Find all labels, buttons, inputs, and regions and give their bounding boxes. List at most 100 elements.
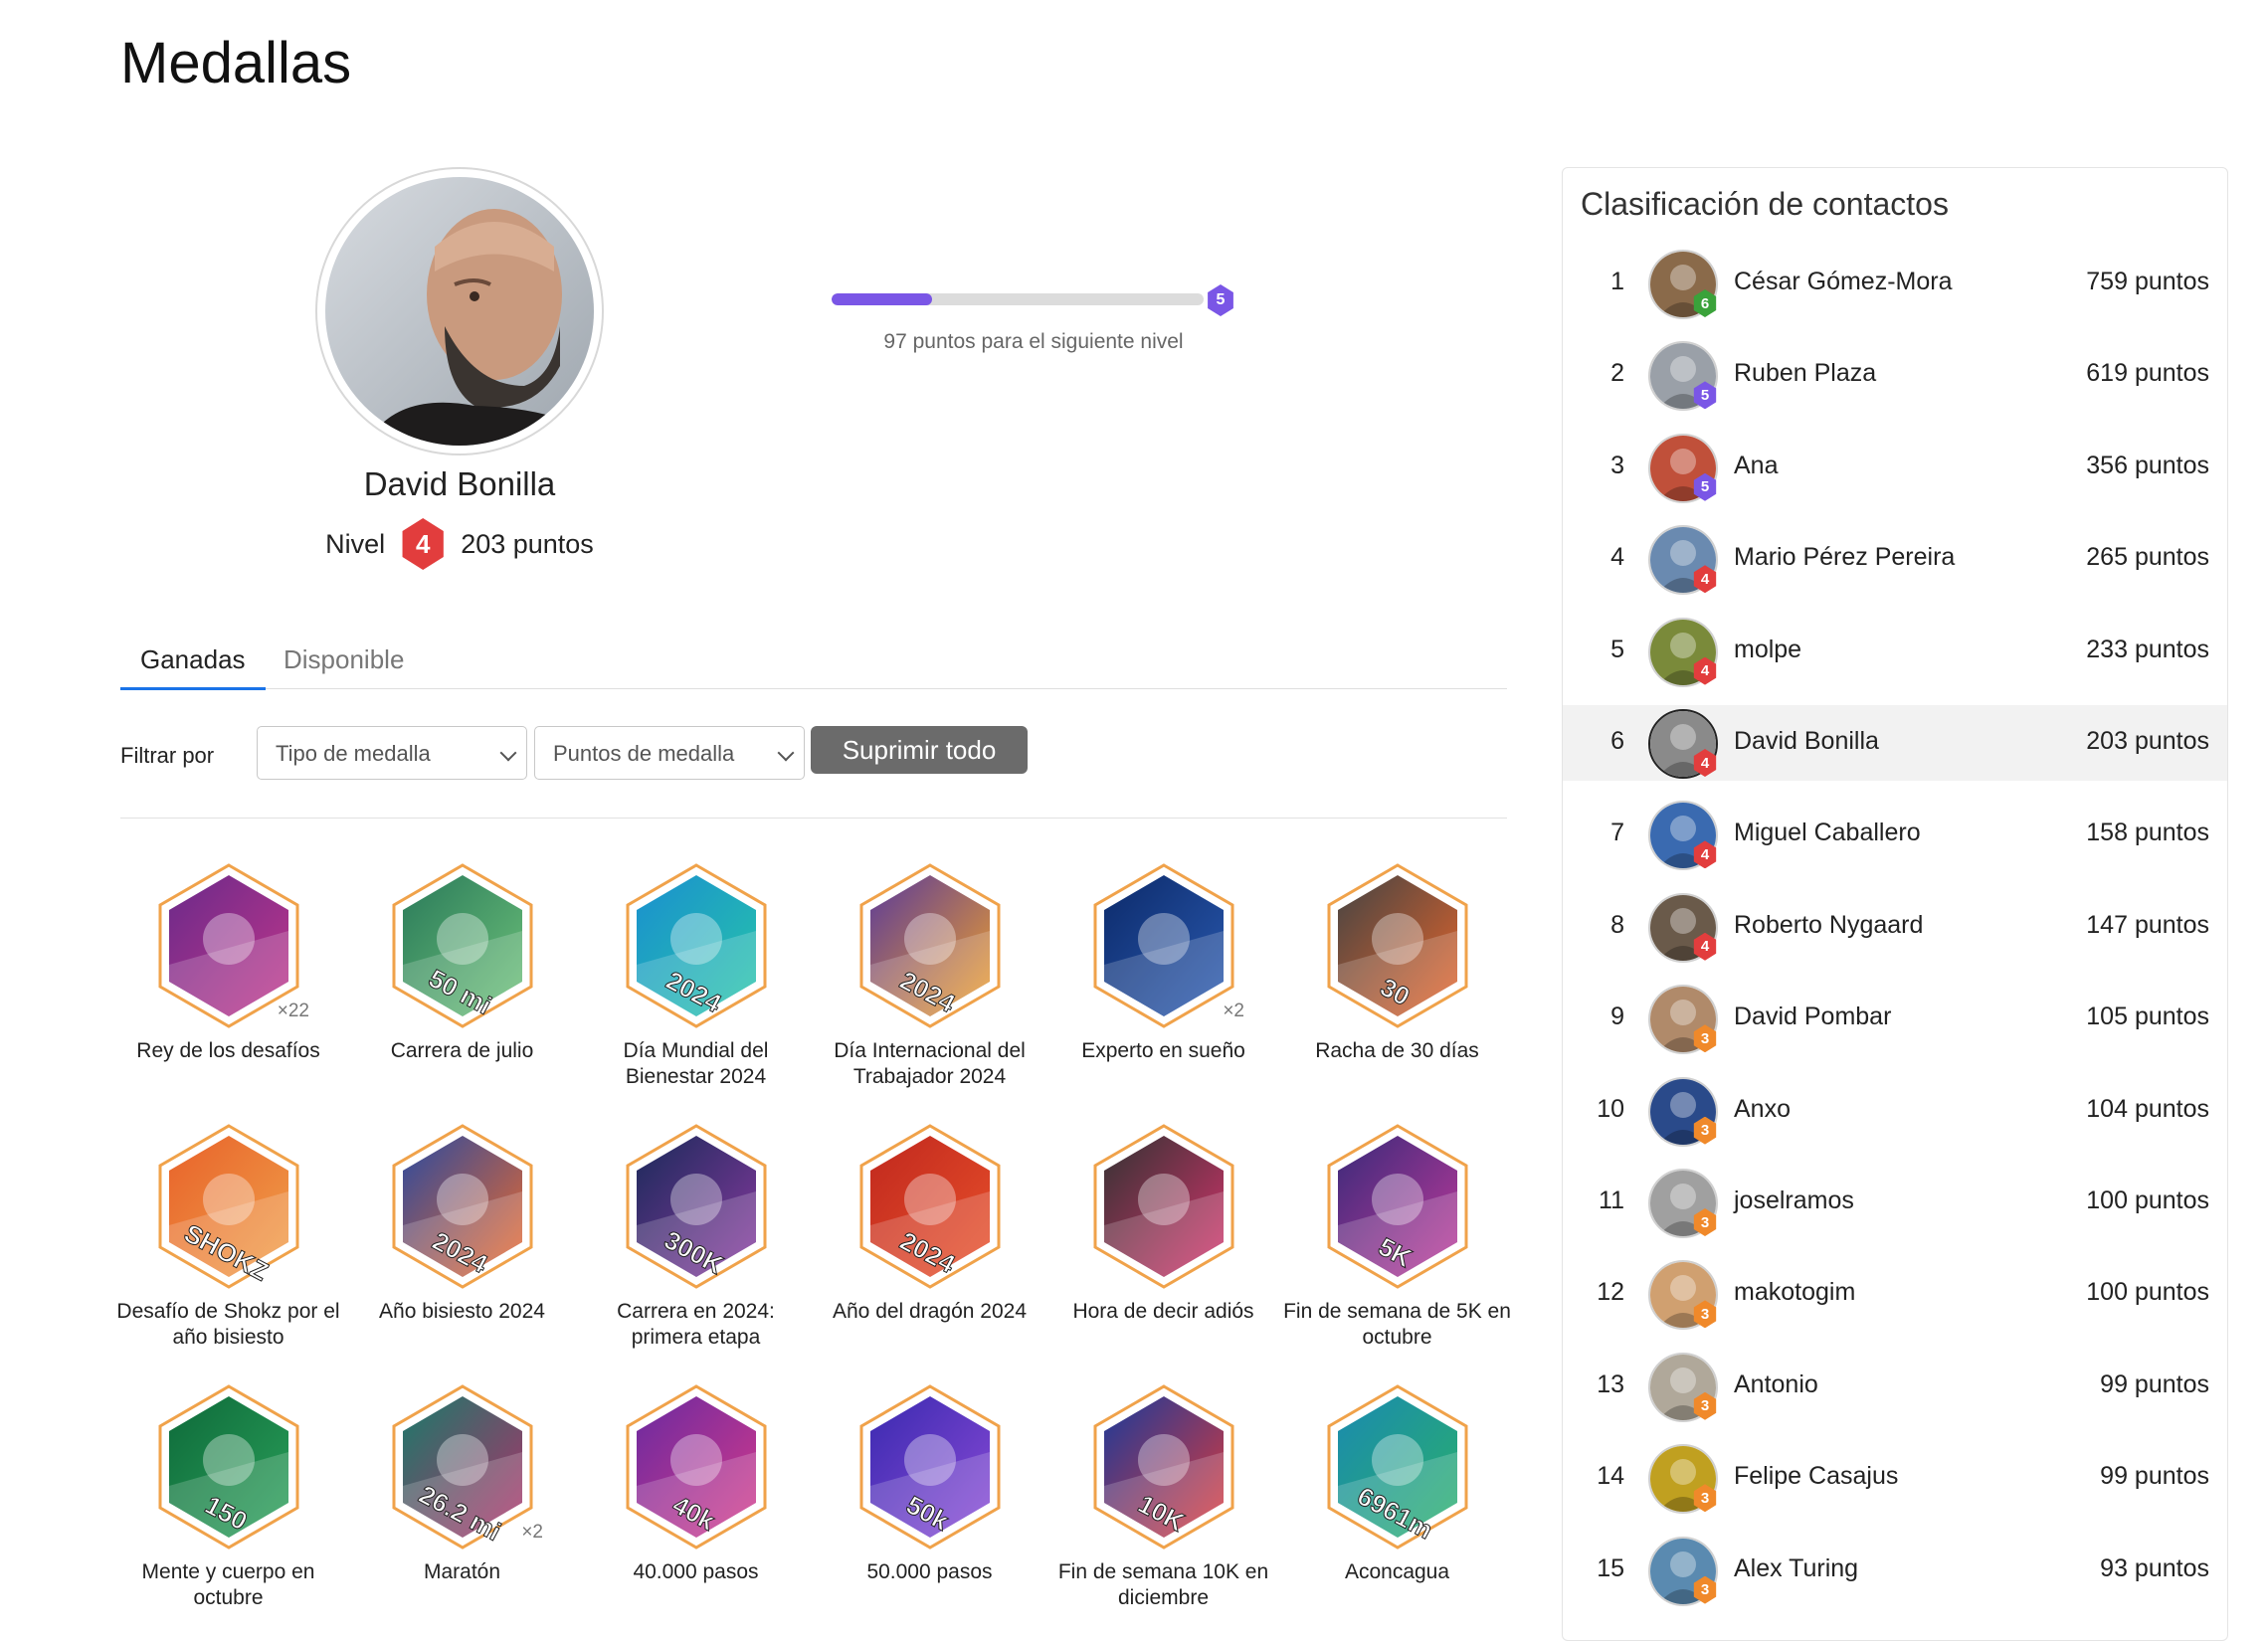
profile-level: Nivel 4 203 puntos — [298, 518, 621, 570]
profile-photo — [325, 177, 594, 446]
clear-all-button[interactable]: Suprimir todo — [811, 726, 1028, 774]
medal-type-select-value: Tipo de medalla — [276, 741, 431, 766]
badge-item[interactable]: 300K Carrera en 2024: primera etapa — [579, 1122, 813, 1351]
contact-name[interactable]: Antonio — [1734, 1370, 1818, 1399]
medal-icon: 5K — [1327, 1124, 1467, 1289]
contact-name[interactable]: Mario Pérez Pereira — [1734, 543, 1955, 572]
contact-points: 158 puntos — [2086, 819, 2209, 847]
tab-available[interactable]: Disponible — [264, 644, 424, 687]
badge-label: Año del dragón 2024 — [833, 1300, 1027, 1323]
badge-label: Mente y cuerpo en octubre — [141, 1560, 315, 1609]
badge-count: ×2 — [521, 1522, 543, 1543]
badge-item[interactable]: 50k 50.000 pasos — [813, 1382, 1046, 1585]
badge-item[interactable]: Hora de decir adiós — [1046, 1122, 1280, 1325]
contact-name[interactable]: César Gómez-Mora — [1734, 268, 1953, 296]
leaderboard-rank: 15 — [1597, 1553, 1624, 1582]
badge-item[interactable]: ×22 Rey de los desafíos — [111, 861, 345, 1064]
contact-points: 99 puntos — [2100, 1369, 2209, 1398]
badge-item[interactable]: 150 Mente y cuerpo en octubre — [111, 1382, 345, 1611]
medal-icon: 50 mi — [392, 863, 532, 1028]
medal-icon: SHOKZ — [158, 1124, 298, 1289]
leaderboard-rank: 5 — [1610, 635, 1624, 663]
leaderboard-row[interactable]: 3 5 Ana 356 puntos — [1563, 430, 2227, 505]
contact-points: 356 puntos — [2086, 451, 2209, 479]
contact-name[interactable]: David Bonilla — [1734, 727, 1879, 756]
badge-item[interactable]: 30 Racha de 30 días — [1280, 861, 1514, 1064]
medal-icon: 150 — [158, 1384, 298, 1550]
leaderboard-row[interactable]: 8 4 Roberto Nygaard 147 puntos — [1563, 889, 2227, 965]
contact-name[interactable]: joselramos — [1734, 1186, 1854, 1215]
medal-icon: 50k — [859, 1384, 1000, 1550]
badge-item[interactable]: SHOKZ Desafío de Shokz por el año bisiest… — [111, 1122, 345, 1351]
badge-count: ×2 — [1223, 1001, 1244, 1021]
badge-item[interactable]: 2024 Día Mundial del Bienestar 2024 — [579, 861, 813, 1090]
leaderboard-row[interactable]: 11 3 joselramos 100 puntos — [1563, 1165, 2227, 1240]
leaderboard-rank: 8 — [1610, 910, 1624, 939]
contact-points: 100 puntos — [2086, 1278, 2209, 1307]
contact-name[interactable]: Ana — [1734, 452, 1778, 480]
medal-points-select[interactable]: Puntos de medalla — [534, 726, 805, 780]
badge-item[interactable]: 10K Fin de semana 10K en diciembre — [1046, 1382, 1280, 1611]
contact-name[interactable]: Alex Turing — [1734, 1554, 1858, 1583]
badge-item[interactable]: 40k 40.000 pasos — [579, 1382, 813, 1585]
leaderboard-row[interactable]: 12 3 makotogim 100 puntos — [1563, 1256, 2227, 1332]
leaderboard-rank: 4 — [1610, 543, 1624, 572]
leaderboard-rank: 14 — [1597, 1462, 1624, 1491]
contact-points: 93 puntos — [2100, 1553, 2209, 1582]
medal-icon: 2024 — [392, 1124, 532, 1289]
medal-icon — [1093, 1124, 1233, 1289]
badge-label: 40.000 pasos — [633, 1560, 759, 1583]
contact-name[interactable]: Roberto Nygaard — [1734, 911, 1923, 940]
badge-item[interactable]: 26.2 mi ×2 Maratón — [345, 1382, 579, 1585]
contact-name[interactable]: Felipe Casajus — [1734, 1462, 1898, 1491]
badge-label: Fin de semana de 5K en octubre — [1283, 1300, 1511, 1349]
leaderboard-rank: 7 — [1610, 819, 1624, 847]
badge-label: Año bisiesto 2024 — [379, 1300, 545, 1323]
badge-item[interactable]: 5K Fin de semana de 5K en octubre — [1280, 1122, 1514, 1351]
divider — [120, 818, 1507, 819]
contact-points: 105 puntos — [2086, 1003, 2209, 1031]
page-title: Medallas — [120, 31, 352, 95]
leaderboard-row[interactable]: 13 3 Antonio 99 puntos — [1563, 1349, 2227, 1424]
badge-item[interactable]: 2024 Día Internacional del Trabajador 202… — [813, 861, 1046, 1090]
contact-name[interactable]: Miguel Caballero — [1734, 819, 1921, 847]
badge-item[interactable]: 2024 Año del dragón 2024 — [813, 1122, 1046, 1325]
badge-item[interactable]: 6961m Aconcagua — [1280, 1382, 1514, 1585]
badge-label: Día Mundial del Bienestar 2024 — [623, 1039, 769, 1088]
leaderboard-row[interactable]: 9 3 David Pombar 105 puntos — [1563, 981, 2227, 1056]
contact-name[interactable]: molpe — [1734, 636, 1801, 664]
leaderboard-row[interactable]: 10 3 Anxo 104 puntos — [1563, 1073, 2227, 1149]
contact-name[interactable]: Ruben Plaza — [1734, 359, 1876, 388]
contact-name[interactable]: Anxo — [1734, 1095, 1791, 1124]
badge-label: Fin de semana 10K en diciembre — [1057, 1560, 1269, 1609]
leaderboard-row[interactable]: 6 4 David Bonilla 203 puntos — [1563, 705, 2227, 781]
contact-name[interactable]: David Pombar — [1734, 1003, 1891, 1031]
leaderboard-row[interactable]: 1 6 César Gómez-Mora 759 puntos — [1563, 246, 2227, 321]
profile-name: David Bonilla — [363, 465, 556, 502]
tab-earned[interactable]: Ganadas — [120, 644, 266, 690]
leaderboard-row[interactable]: 2 5 Ruben Plaza 619 puntos — [1563, 337, 2227, 413]
leaderboard-row[interactable]: 7 4 Miguel Caballero 158 puntos — [1563, 797, 2227, 872]
leaderboard-row[interactable]: 14 3 Felipe Casajus 99 puntos — [1563, 1440, 2227, 1516]
medal-type-select[interactable]: Tipo de medalla — [257, 726, 527, 780]
badge-item[interactable]: 2024 Año bisiesto 2024 — [345, 1122, 579, 1325]
leaderboard-rank: 2 — [1610, 359, 1624, 388]
progress-track — [832, 293, 1204, 305]
level-badge: 4 — [402, 518, 444, 570]
medal-tabs: Ganadas Disponible — [120, 637, 1507, 690]
leaderboard-row[interactable]: 15 3 Alex Turing 93 puntos — [1563, 1533, 2227, 1608]
medal-icon: 2024 — [626, 863, 766, 1028]
leaderboard-row[interactable]: 4 4 Mario Pérez Pereira 265 puntos — [1563, 521, 2227, 597]
progress-fill — [832, 293, 932, 305]
contact-points: 100 puntos — [2086, 1186, 2209, 1214]
contact-points: 265 puntos — [2086, 543, 2209, 572]
badge-item[interactable]: 50 mi Carrera de julio — [345, 861, 579, 1064]
medal-points-select-value: Puntos de medalla — [553, 741, 735, 766]
badge-item[interactable]: ×2 Experto en sueño — [1046, 861, 1280, 1064]
leaderboard-row[interactable]: 5 4 molpe 233 puntos — [1563, 614, 2227, 689]
medal-icon: 2024 — [859, 1124, 1000, 1289]
medal-icon — [1093, 863, 1233, 1028]
leaderboard-rank: 13 — [1597, 1369, 1624, 1398]
contact-name[interactable]: makotogim — [1734, 1278, 1855, 1307]
leaderboard-title: Clasificación de contactos — [1581, 186, 1949, 222]
